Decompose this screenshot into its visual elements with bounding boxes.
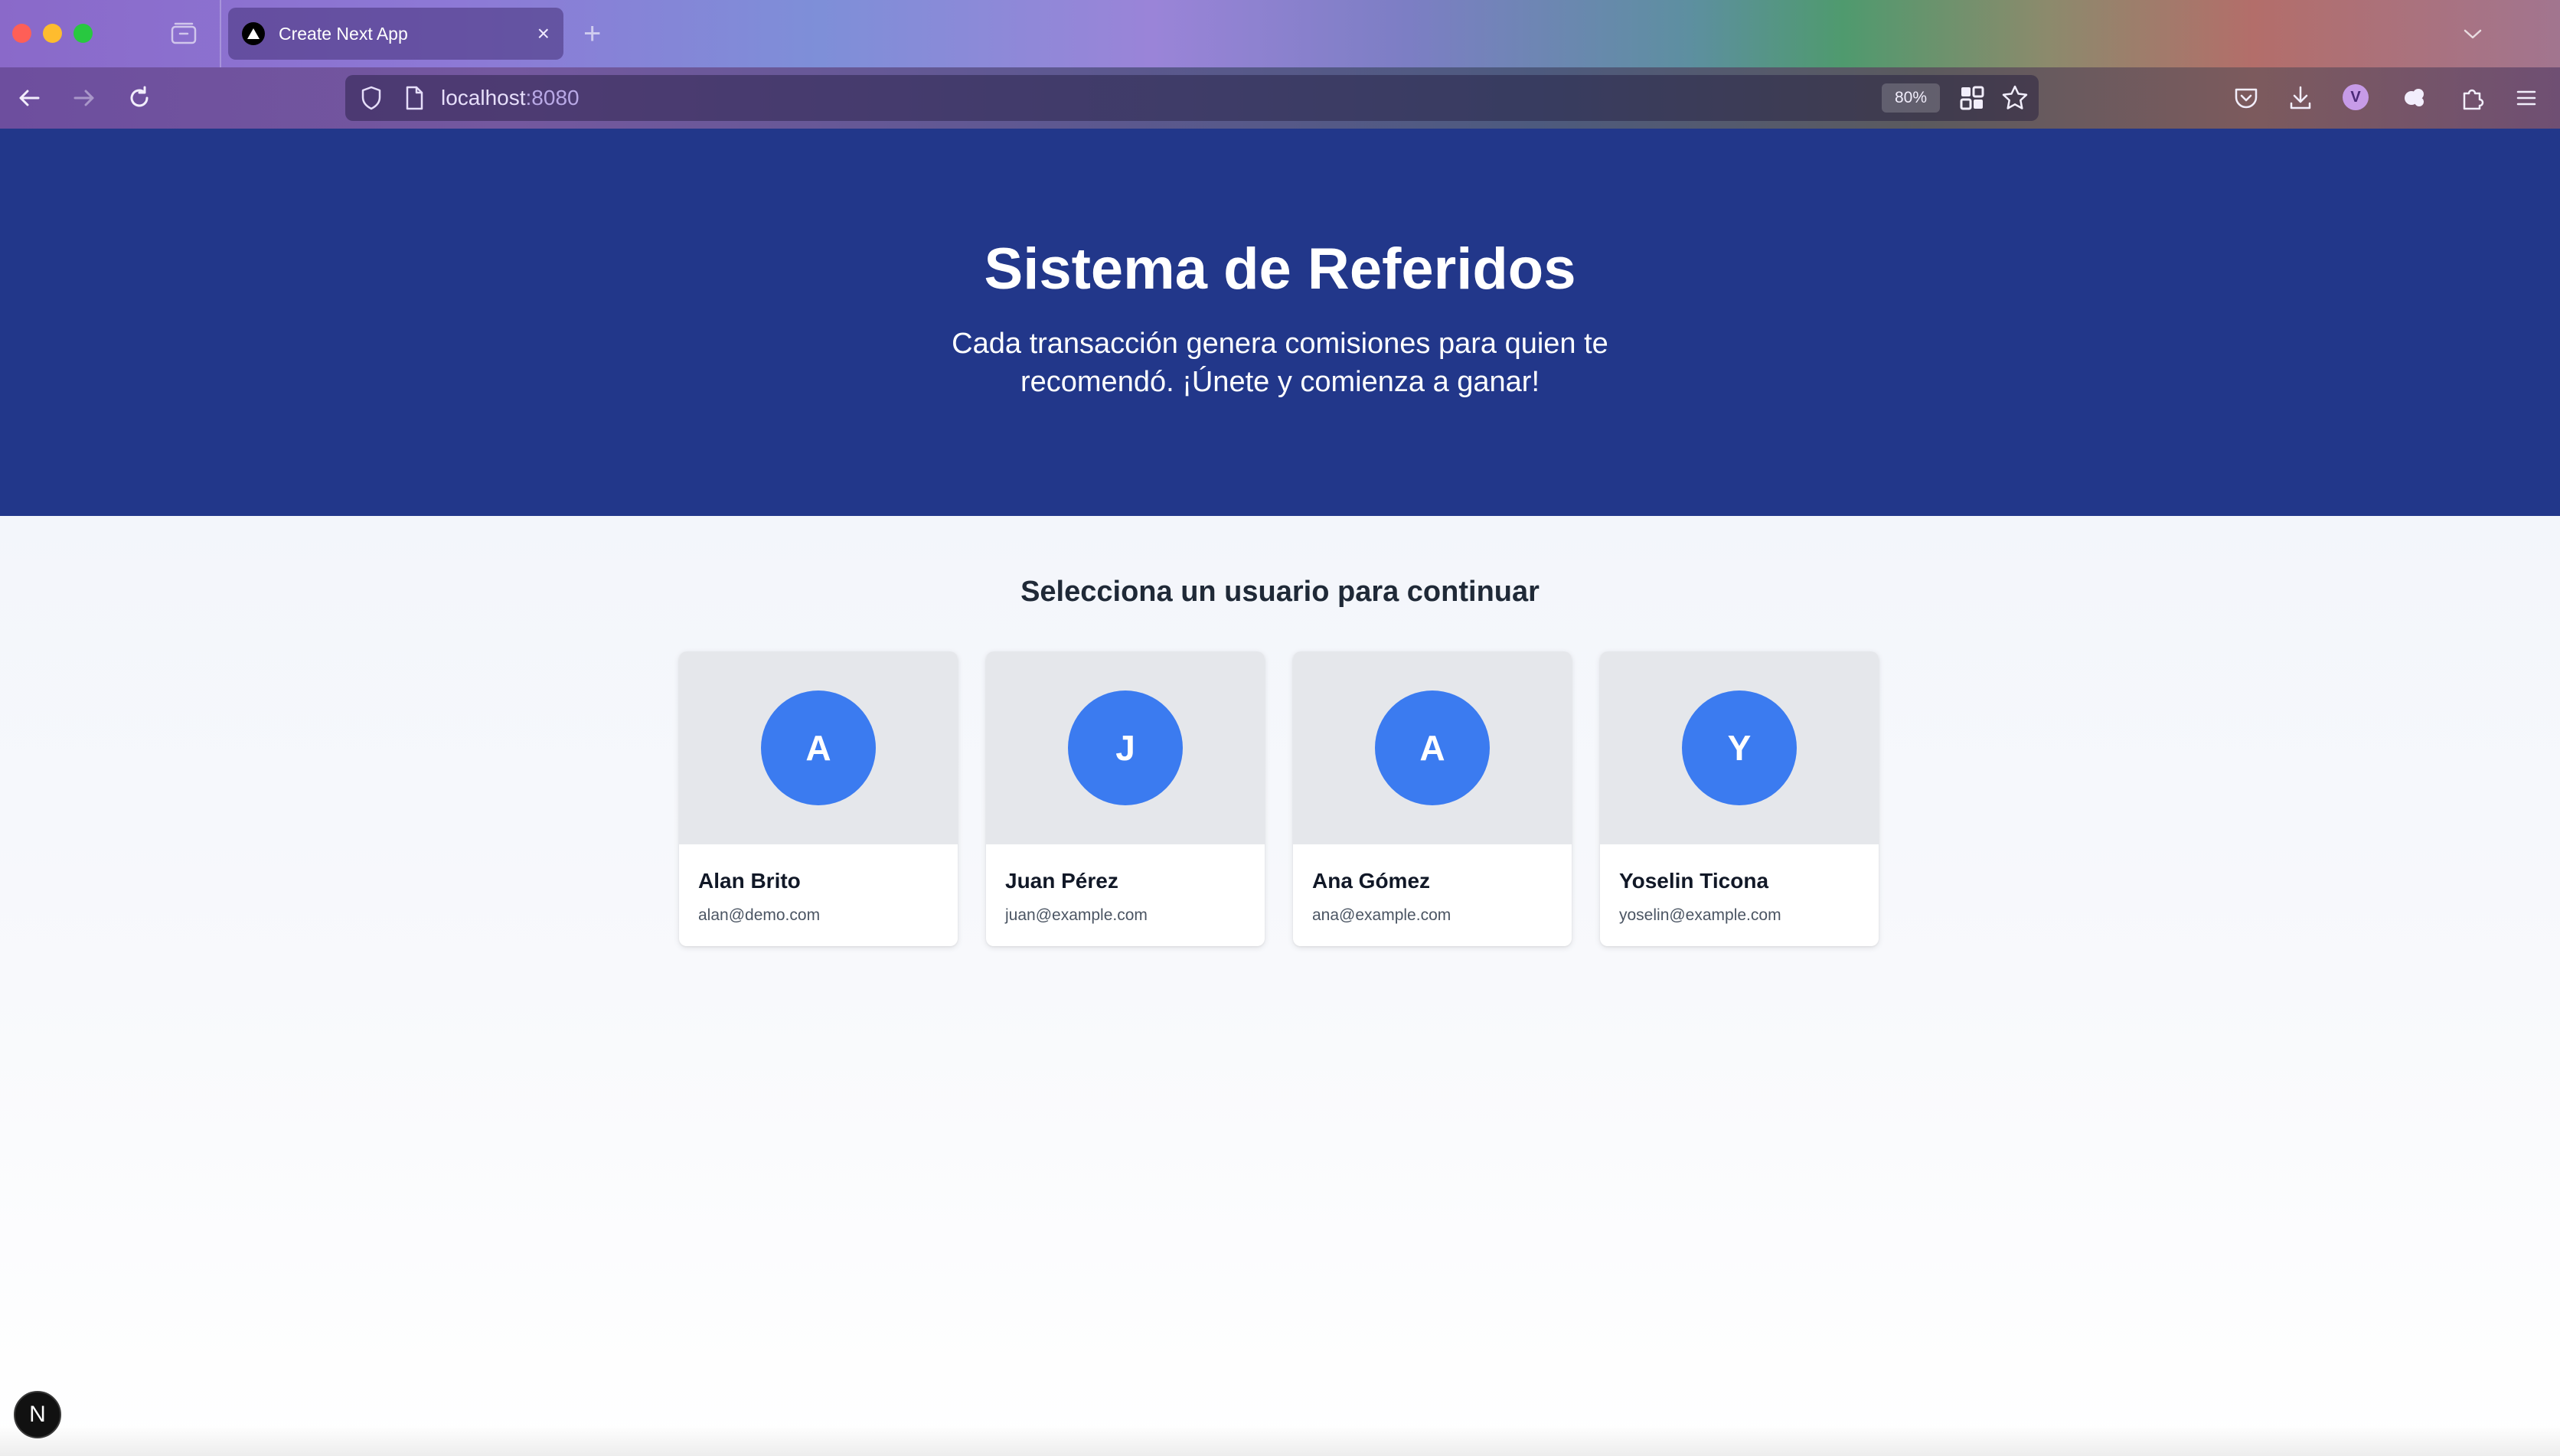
user-avatar: A: [1375, 690, 1490, 805]
user-email: yoselin@example.com: [1619, 906, 1781, 924]
qr-extension-icon[interactable]: [1957, 83, 1987, 113]
user-email: juan@example.com: [1005, 906, 1148, 924]
back-icon[interactable]: [14, 83, 44, 113]
user-name: Ana Gómez: [1312, 869, 1431, 893]
browser-tab-active[interactable]: Create Next App ×: [228, 8, 563, 60]
page-icon: [406, 86, 423, 110]
menu-icon[interactable]: [2511, 83, 2542, 113]
close-window-button[interactable]: [12, 24, 31, 43]
shield-icon[interactable]: [356, 83, 387, 113]
url-port: :8080: [525, 86, 580, 109]
section-title: Selecciona un usuario para continuar: [1020, 576, 1540, 608]
tab-list-chevron-icon[interactable]: [2459, 20, 2487, 47]
url-text[interactable]: localhost:8080: [441, 86, 580, 110]
hero-subtitle: Cada transacción genera comisiones para …: [952, 328, 1608, 398]
nextjs-dev-tools-button[interactable]: N: [14, 1391, 61, 1438]
main-content: [0, 516, 2560, 1456]
user-card-ana-gomez[interactable]: A Ana Gómez ana@example.com: [1293, 651, 1572, 946]
bottom-shadow: [0, 1425, 2560, 1456]
user-name: Alan Brito: [698, 869, 801, 893]
extension-icon[interactable]: [2399, 83, 2430, 113]
profile-avatar-icon[interactable]: V: [2343, 84, 2369, 110]
maximize-window-button[interactable]: [73, 24, 93, 43]
user-avatar: A: [761, 690, 876, 805]
tab-title: Create Next App: [279, 23, 408, 44]
url-host: localhost: [441, 86, 526, 109]
card-avatar-area: A: [1293, 651, 1572, 844]
tab-manager-icon[interactable]: [170, 21, 198, 45]
extensions-puzzle-icon[interactable]: [2457, 83, 2488, 113]
user-name: Yoselin Ticona: [1619, 869, 1769, 893]
zoom-level-badge[interactable]: 80%: [1882, 83, 1940, 113]
user-avatar: J: [1068, 690, 1183, 805]
user-email: alan@demo.com: [698, 906, 821, 924]
reload-icon[interactable]: [124, 83, 155, 113]
user-avatar: Y: [1682, 690, 1797, 805]
pocket-icon[interactable]: [2231, 83, 2261, 113]
bookmark-star-icon[interactable]: [2000, 83, 2030, 113]
user-card-alan-brito[interactable]: A Alan Brito alan@demo.com: [679, 651, 958, 946]
tab-divider: [220, 0, 221, 67]
minimize-window-button[interactable]: [43, 24, 62, 43]
nextjs-favicon-icon: [242, 22, 265, 45]
download-icon[interactable]: [2285, 83, 2316, 113]
forward-icon[interactable]: [69, 83, 100, 113]
address-bar[interactable]: [345, 75, 2039, 121]
browser-tab-bar: Create Next App × +: [0, 0, 2560, 67]
card-avatar-area: A: [679, 651, 958, 844]
new-tab-button[interactable]: +: [583, 18, 601, 49]
card-avatar-area: Y: [1600, 651, 1879, 844]
close-tab-icon[interactable]: ×: [537, 23, 550, 44]
user-card-yoselin-ticona[interactable]: Y Yoselin Ticona yoselin@example.com: [1600, 651, 1879, 946]
hero-banner: Sistema de Referidos Cada transacción ge…: [0, 129, 2560, 516]
user-email: ana@example.com: [1312, 906, 1451, 924]
user-card-juan-perez[interactable]: J Juan Pérez juan@example.com: [986, 651, 1265, 946]
user-name: Juan Pérez: [1005, 869, 1118, 893]
card-avatar-area: J: [986, 651, 1265, 844]
hero-title: Sistema de Referidos: [984, 237, 1576, 302]
